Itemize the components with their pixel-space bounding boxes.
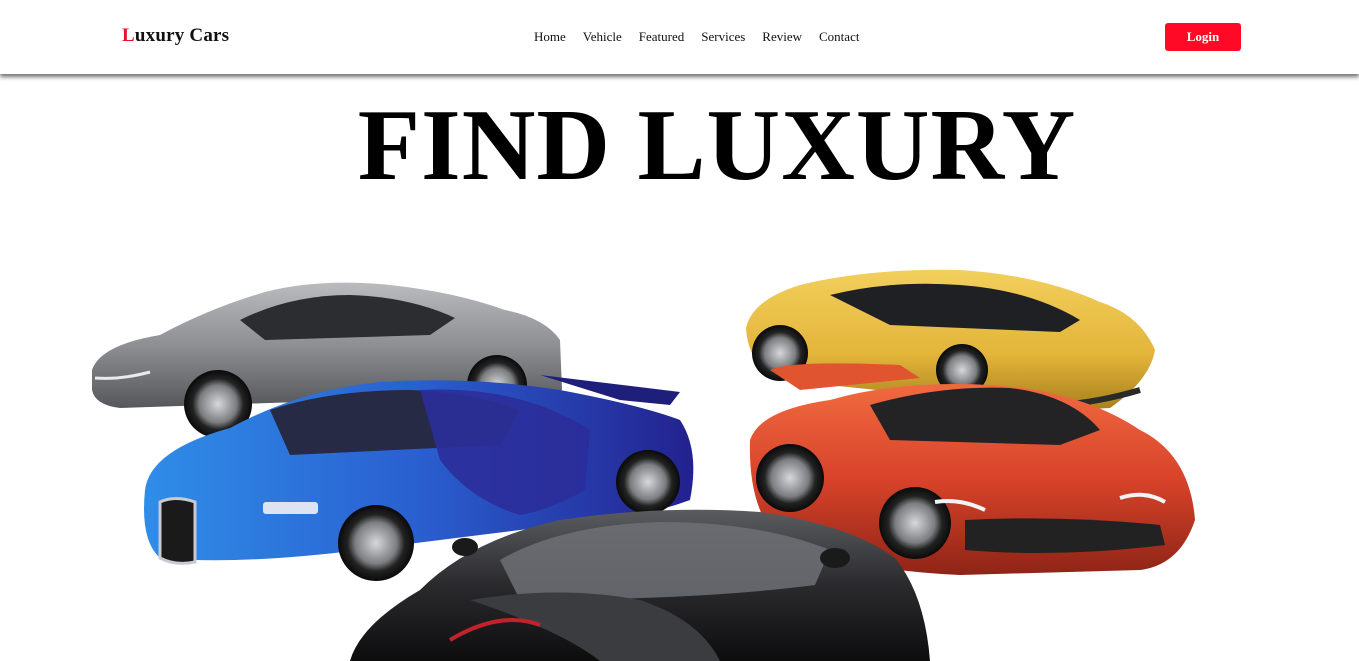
main-nav: Home Vehicle Featured Services Review Co…	[534, 29, 859, 45]
brand-logo[interactable]: Luxury Cars	[122, 25, 229, 47]
nav-review[interactable]: Review	[762, 29, 802, 45]
login-button[interactable]: Login	[1165, 23, 1241, 51]
site-header: Luxury Cars Home Vehicle Featured Servic…	[0, 0, 1359, 74]
nav-vehicle[interactable]: Vehicle	[583, 29, 622, 45]
hero-title: FIND LUXURY	[357, 89, 1077, 202]
brand-name: uxury Cars	[134, 25, 230, 46]
nav-services[interactable]: Services	[701, 29, 745, 45]
cars-illustration	[92, 269, 1195, 661]
hero-cars-image	[0, 240, 1359, 661]
nav-featured[interactable]: Featured	[639, 29, 684, 45]
brand-initial: L	[122, 25, 135, 46]
nav-contact[interactable]: Contact	[819, 29, 859, 45]
nav-home[interactable]: Home	[534, 29, 566, 45]
